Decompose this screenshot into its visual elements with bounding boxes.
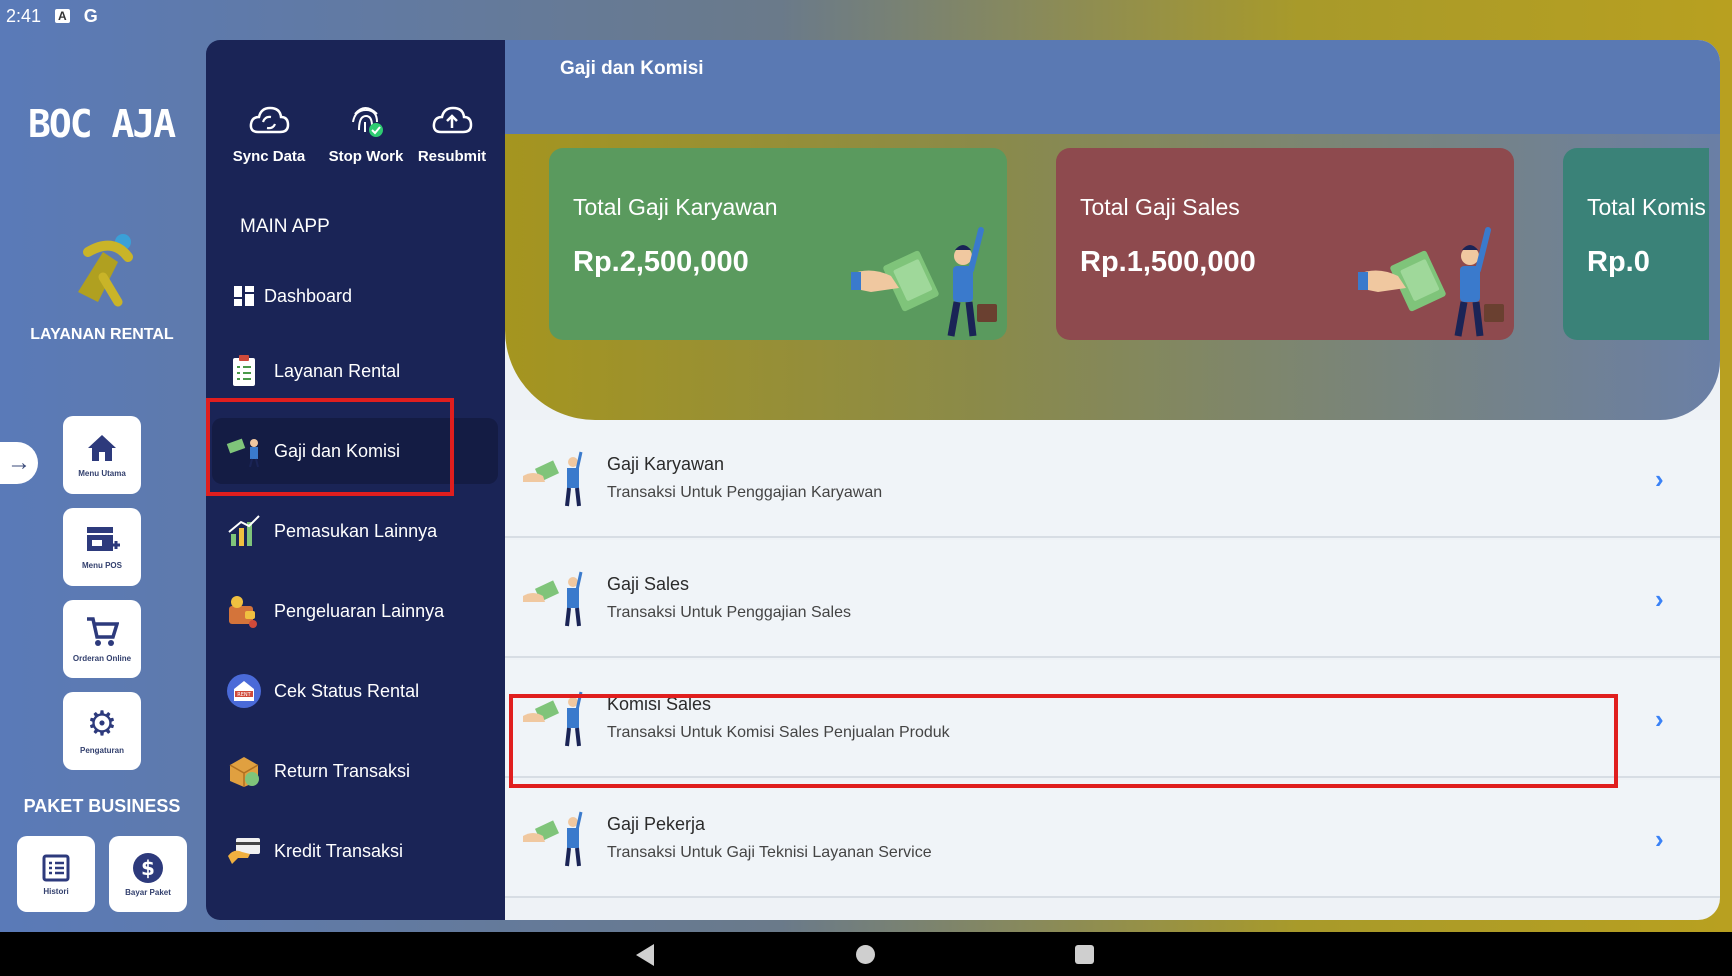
expand-arrow-button[interactable]: → — [0, 442, 38, 484]
histori-button[interactable]: Histori — [17, 836, 95, 912]
card-total-gaji-sales: Total Gaji Sales Rp.1,500,000 — [1056, 148, 1514, 340]
income-icon — [226, 513, 262, 549]
orderan-online-label: Orderan Online — [72, 653, 132, 663]
menu-pos-label: Menu POS — [81, 560, 122, 570]
list-item-title: Gaji Pekerja — [607, 814, 706, 834]
card-title: Total Komis — [1587, 194, 1706, 220]
menu-item-dashboard[interactable]: Dashboard — [212, 263, 498, 329]
card-title: Total Gaji Sales — [1080, 194, 1240, 220]
paket-label: PAKET BUSINESS — [23, 796, 181, 816]
system-nav-bar — [0, 932, 1732, 976]
resubmit-label: Resubmit — [417, 148, 487, 165]
service-label: LAYANAN RENTAL — [30, 326, 174, 343]
list-item-title: Gaji Karyawan — [607, 454, 725, 474]
list-item-subtitle: Transaksi Untuk Gaji Teknisi Layanan Ser… — [607, 844, 932, 861]
home-icon — [88, 434, 116, 461]
credit-card-icon — [226, 833, 262, 869]
menu-item-label: Cek Status Rental — [274, 680, 420, 701]
stop-work-label: Stop Work — [328, 148, 404, 165]
expense-icon — [226, 593, 262, 629]
menu-item-pemasukan-lainnya[interactable]: Pemasukan Lainnya — [212, 498, 498, 564]
menu-item-cek-status-rental[interactable]: RENT Cek Status Rental — [212, 658, 498, 724]
list-icon — [42, 854, 70, 881]
list-item-subtitle: Transaksi Untuk Penggajian Karyawan — [607, 484, 883, 501]
list-item-subtitle: Transaksi Untuk Penggajian Sales — [607, 604, 851, 621]
left-rail: BOC AJA LAYANAN RENTAL → Menu Utama Menu… — [0, 32, 206, 932]
card-total-komisi: Total Komis Rp.0 — [1563, 148, 1709, 340]
histori-label: Histori — [43, 886, 69, 896]
status-time: 2:41 — [6, 5, 42, 26]
back-icon[interactable] — [636, 944, 654, 966]
menu-item-label: Dashboard — [264, 285, 353, 306]
resubmit-button[interactable]: Resubmit — [402, 98, 502, 165]
highlight-box-gaji-dan-komisi — [206, 398, 454, 496]
cloud-upload-icon — [432, 106, 473, 134]
salary-illustration-icon — [1358, 227, 1504, 337]
return-box-icon — [226, 753, 262, 789]
arrow-right-icon: → — [7, 449, 31, 476]
pengaturan-button[interactable]: ⚙ Pengaturan — [63, 692, 141, 770]
menu-item-label: Layanan Rental — [274, 360, 401, 381]
list-item-gaji-pekerja[interactable]: Gaji Pekerja Transaksi Untuk Gaji Teknis… — [505, 780, 1720, 898]
sync-data-label: Sync Data — [232, 148, 306, 165]
salary-transaction-icon — [523, 451, 583, 507]
cart-icon — [87, 616, 119, 646]
recent-apps-icon[interactable] — [1075, 945, 1094, 964]
checklist-icon — [226, 353, 262, 389]
section-title-main-app: MAIN APP — [240, 216, 330, 237]
chevron-right-icon: › — [1655, 824, 1664, 854]
service-rental-icon — [78, 234, 133, 307]
gear-icon: ⚙ — [86, 704, 118, 743]
list-item-title: Gaji Sales — [607, 574, 690, 594]
bayar-paket-label: Bayar Paket — [125, 887, 171, 897]
menu-item-label: Pengeluaran Lainnya — [274, 600, 445, 621]
svg-text:$: $ — [141, 856, 155, 880]
card-total-gaji-karyawan: Total Gaji Karyawan Rp.2,500,000 — [549, 148, 1007, 340]
bayar-paket-button[interactable]: $ Bayar Paket — [109, 836, 187, 912]
main-header: Gaji dan Komisi — [505, 40, 1720, 134]
menu-pos-button[interactable]: Menu POS — [63, 508, 141, 586]
salary-transaction-icon — [523, 811, 583, 867]
card-value: Rp.2,500,000 — [573, 246, 749, 278]
list-item-gaji-sales[interactable]: Gaji Sales Transaksi Untuk Penggajian Sa… — [505, 540, 1720, 658]
page-title: Gaji dan Komisi — [560, 58, 704, 79]
chevron-right-icon: › — [1655, 464, 1664, 494]
menu-item-label: Pemasukan Lainnya — [274, 520, 438, 541]
menu-item-pengeluaran-lainnya[interactable]: Pengeluaran Lainnya — [212, 578, 498, 644]
svg-text:RENT: RENT — [237, 692, 251, 698]
status-bar: 2:41 A G — [0, 0, 1732, 32]
card-title: Total Gaji Karyawan — [573, 194, 778, 220]
cloud-sync-icon — [249, 106, 290, 134]
notification-a-icon: A — [55, 9, 70, 23]
salary-illustration-icon — [851, 227, 997, 337]
highlight-box-komisi-sales — [509, 694, 1618, 788]
menu-utama-button[interactable]: Menu Utama — [63, 416, 141, 494]
menu-utama-label: Menu Utama — [78, 468, 126, 478]
menu-item-label: Kredit Transaksi — [274, 840, 404, 861]
menu-item-return-transaksi[interactable]: Return Transaksi — [212, 738, 498, 804]
chevron-right-icon: › — [1655, 704, 1664, 734]
sync-data-button[interactable]: Sync Data — [219, 98, 319, 165]
home-circle-icon[interactable] — [856, 945, 875, 964]
card-value: Rp.0 — [1587, 246, 1650, 278]
fingerprint-icon — [352, 107, 383, 137]
store-icon — [87, 526, 120, 551]
card-value: Rp.1,500,000 — [1080, 246, 1256, 278]
google-icon: G — [83, 5, 98, 26]
main-content: Gaji dan Komisi Total Gaji Karyawan Rp.2… — [505, 40, 1720, 920]
salary-transaction-icon — [523, 571, 583, 627]
rent-icon: RENT — [226, 673, 262, 709]
stop-work-button[interactable]: Stop Work — [316, 98, 416, 165]
pengaturan-label: Pengaturan — [79, 745, 124, 755]
list-item-gaji-karyawan[interactable]: Gaji Karyawan Transaksi Untuk Penggajian… — [505, 420, 1720, 538]
menu-item-layanan-rental[interactable]: Layanan Rental — [212, 338, 498, 404]
menu-item-label: Return Transaksi — [274, 760, 411, 781]
app-logo: BOC AJA — [28, 102, 176, 146]
orderan-online-button[interactable]: Orderan Online — [63, 600, 141, 678]
chevron-right-icon: › — [1655, 584, 1664, 614]
dashboard-icon — [226, 278, 262, 314]
dollar-icon: $ — [133, 852, 163, 883]
menu-item-kredit-transaksi[interactable]: Kredit Transaksi — [212, 818, 498, 884]
